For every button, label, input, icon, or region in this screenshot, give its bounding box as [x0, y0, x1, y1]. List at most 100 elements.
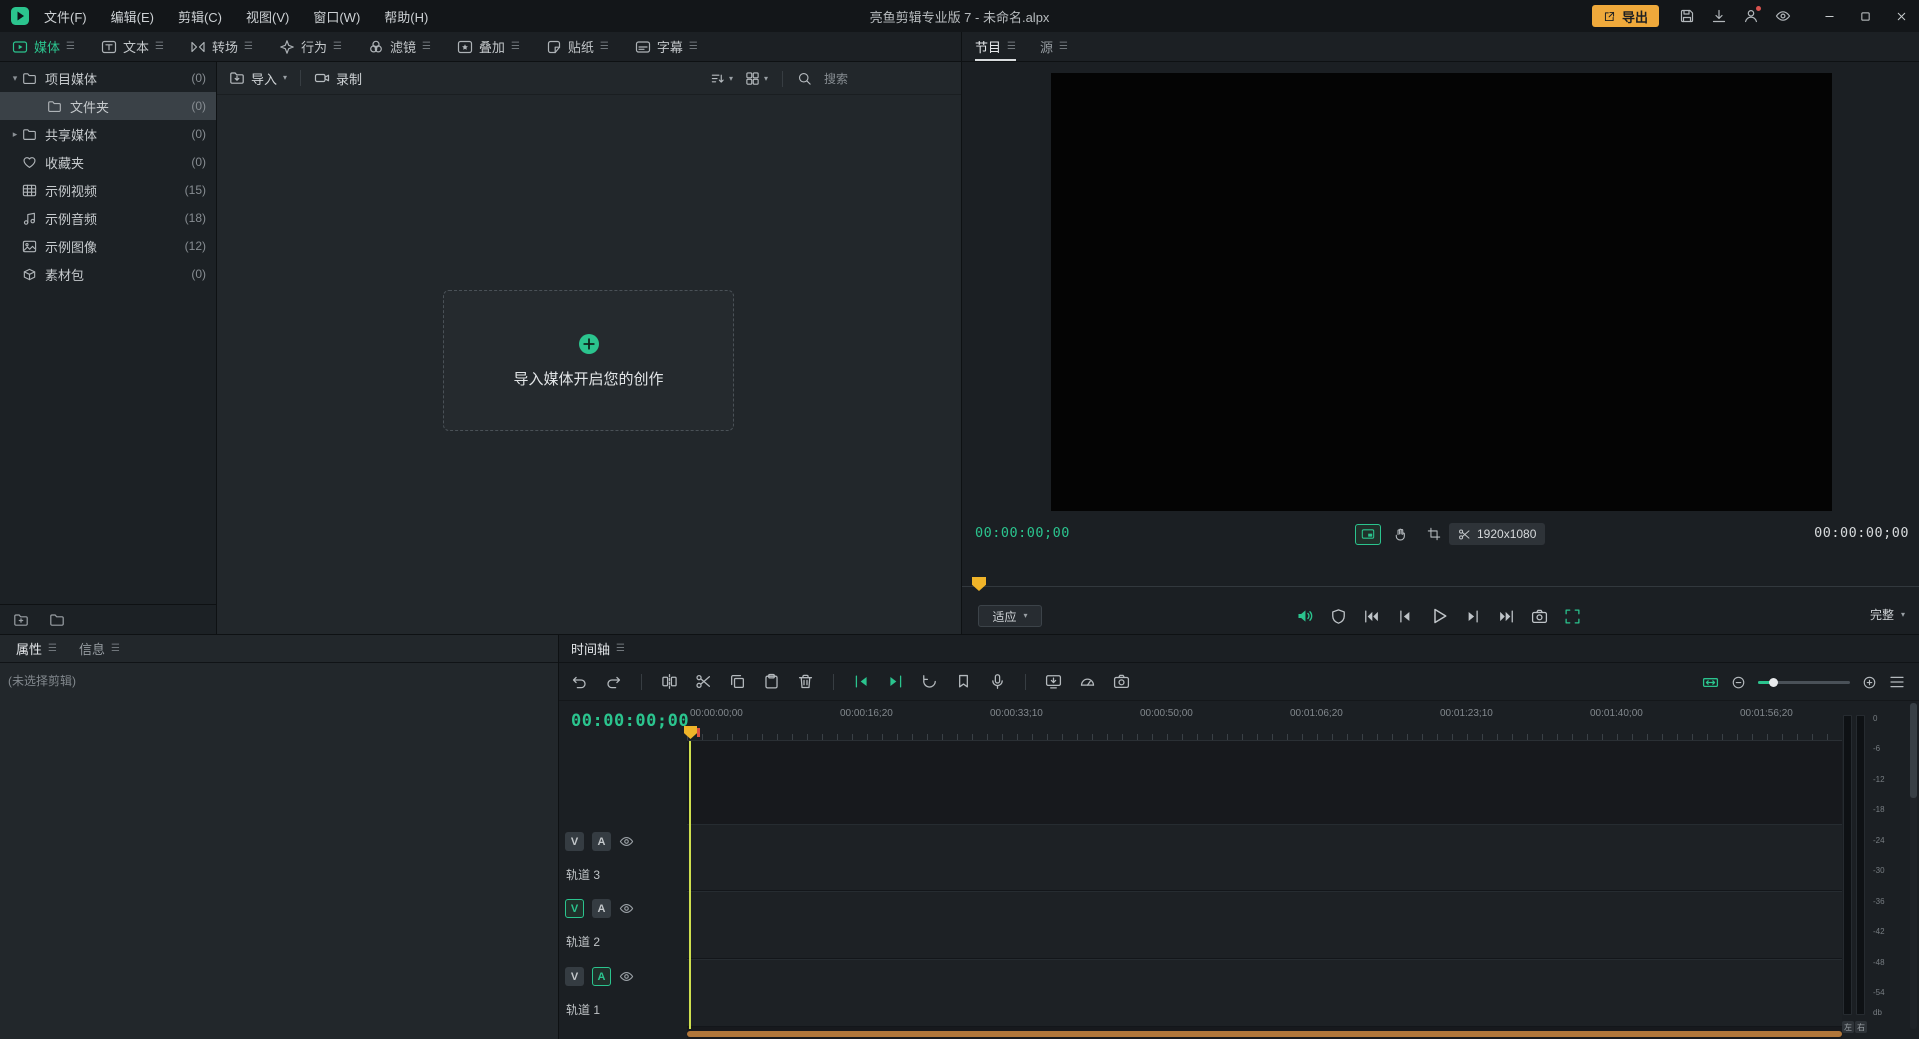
next-frame-button[interactable] — [1465, 608, 1482, 625]
skip-to-start-button[interactable] — [1363, 608, 1380, 625]
fullscreen-button[interactable] — [1564, 608, 1581, 625]
menu-help[interactable]: 帮助(H) — [384, 7, 428, 26]
sidebar-item-asset-packs[interactable]: 素材包 (0) — [0, 260, 216, 288]
zoom-slider[interactable] — [1758, 663, 1850, 701]
lock-icon[interactable] — [646, 901, 661, 916]
snapshot-button[interactable] — [1113, 673, 1130, 690]
tab-overlays[interactable]: 叠加 ☰ — [457, 32, 520, 61]
export-button[interactable]: 导出 — [1592, 5, 1659, 27]
tab-media[interactable]: 媒体 ☰ — [12, 32, 75, 61]
tab-program[interactable]: 节目 ☰ — [975, 32, 1016, 61]
folder-icon[interactable] — [49, 612, 65, 628]
pan-button[interactable] — [1388, 524, 1414, 545]
search-input[interactable] — [824, 72, 920, 86]
tab-menu-icon[interactable]: ☰ — [48, 644, 57, 654]
import-media-dropzone[interactable]: 导入媒体开启您的创作 — [443, 290, 734, 431]
new-folder-icon[interactable] — [13, 612, 29, 628]
sidebar-item-shared-media[interactable]: ▸ 共享媒体 (0) — [0, 120, 216, 148]
tab-stickers[interactable]: 贴纸 ☰ — [546, 32, 609, 61]
menu-file[interactable]: 文件(F) — [44, 7, 87, 26]
lock-icon[interactable] — [646, 969, 661, 984]
preview-scrubber[interactable] — [962, 572, 1919, 596]
video-viewport[interactable] — [1051, 73, 1832, 511]
tab-menu-icon[interactable]: ☰ — [511, 42, 520, 52]
tab-source[interactable]: 源 ☰ — [1040, 32, 1068, 61]
track-2-lane[interactable] — [687, 891, 1842, 959]
track-name[interactable]: 轨道 1 — [566, 1001, 600, 1018]
sidebar-item-favorites[interactable]: 收藏夹 (0) — [0, 148, 216, 176]
tab-menu-icon[interactable]: ☰ — [333, 42, 342, 52]
tab-properties[interactable]: 属性 ☰ — [16, 639, 57, 658]
tab-transitions[interactable]: 转场 ☰ — [190, 32, 253, 61]
save-icon[interactable] — [1679, 8, 1695, 24]
close-button[interactable] — [1883, 0, 1919, 32]
speed-button[interactable] — [1079, 673, 1096, 690]
next-edit-point-button[interactable] — [887, 673, 904, 690]
tab-filters[interactable]: 滤镜 ☰ — [368, 32, 431, 61]
resolution-badge[interactable]: 1920x1080 — [1449, 523, 1545, 545]
sidebar-item-sample-images[interactable]: 示例图像 (12) — [0, 232, 216, 260]
caret-right-icon[interactable]: ▸ — [8, 130, 22, 139]
eye-icon[interactable] — [619, 834, 634, 849]
track-video-toggle[interactable]: V — [565, 832, 584, 851]
track-3-lane[interactable] — [687, 824, 1842, 891]
snapshot-button[interactable] — [1531, 608, 1548, 625]
marker-button[interactable] — [955, 673, 972, 690]
crop-button[interactable] — [1421, 524, 1447, 545]
caret-down-icon[interactable]: ▾ — [8, 74, 22, 83]
zoom-out-button[interactable] — [1731, 675, 1746, 690]
tab-menu-icon[interactable]: ☰ — [616, 644, 625, 654]
playback-quality-select[interactable]: 完整 ▾ — [1870, 606, 1905, 623]
lock-icon[interactable] — [646, 834, 661, 849]
track-audio-toggle[interactable]: A — [592, 967, 611, 986]
sort-button[interactable]: ▾ — [710, 71, 733, 86]
tab-text[interactable]: 文本 ☰ — [101, 32, 164, 61]
previous-edit-point-button[interactable] — [853, 673, 870, 690]
eye-icon[interactable] — [1775, 8, 1791, 24]
track-video-toggle[interactable]: V — [565, 967, 584, 986]
tab-subtitles[interactable]: 字幕 ☰ — [635, 32, 698, 61]
tab-timeline[interactable]: 时间轴 ☰ — [571, 639, 625, 658]
download-icon[interactable] — [1711, 8, 1727, 24]
speaker-icon[interactable] — [1296, 607, 1314, 625]
timeline-vertical-scrollbar[interactable] — [1910, 703, 1917, 1029]
import-button[interactable]: 导入 ▾ — [229, 69, 287, 88]
track-name[interactable]: 轨道 2 — [566, 933, 600, 950]
track-video-toggle[interactable]: V — [565, 899, 584, 918]
voiceover-button[interactable] — [989, 673, 1006, 690]
account-icon[interactable] — [1743, 8, 1759, 24]
timeline-ruler[interactable]: 00:00:00;00 00:00:16;20 00:00:33;10 00:0… — [687, 701, 1842, 741]
tab-menu-icon[interactable]: ☰ — [1007, 42, 1016, 52]
sidebar-item-project-media[interactable]: ▾ 项目媒体 (0) — [0, 64, 216, 92]
zoom-mode-select[interactable]: 适应 ▾ — [978, 605, 1042, 627]
timeline-tracks-area[interactable] — [687, 741, 1842, 1039]
tab-menu-icon[interactable]: ☰ — [422, 42, 431, 52]
zoom-in-button[interactable] — [1862, 675, 1877, 690]
eye-icon[interactable] — [619, 901, 634, 916]
scrubber-handle[interactable] — [972, 577, 986, 591]
tab-menu-icon[interactable]: ☰ — [244, 42, 253, 52]
render-preview-button[interactable] — [921, 673, 938, 690]
copy-button[interactable] — [729, 673, 746, 690]
scrubber-track[interactable] — [962, 586, 1919, 587]
tab-behaviors[interactable]: 行为 ☰ — [279, 32, 342, 61]
sidebar-item-sample-audio[interactable]: 示例音频 (18) — [0, 204, 216, 232]
scrollbar-thumb[interactable] — [1910, 703, 1917, 798]
tab-menu-icon[interactable]: ☰ — [689, 42, 698, 52]
eye-icon[interactable] — [619, 969, 634, 984]
menu-window[interactable]: 窗口(W) — [313, 7, 360, 26]
minimize-button[interactable] — [1811, 0, 1847, 32]
playhead-line[interactable] — [689, 741, 691, 1029]
cut-button[interactable] — [695, 673, 712, 690]
track-audio-toggle[interactable]: A — [592, 832, 611, 851]
redo-button[interactable] — [605, 673, 622, 690]
track-name[interactable]: 轨道 3 — [566, 866, 600, 883]
maximize-button[interactable] — [1847, 0, 1883, 32]
view-mode-button[interactable]: ▾ — [745, 71, 768, 86]
tab-menu-icon[interactable]: ☰ — [1059, 42, 1068, 52]
track-audio-toggle[interactable]: A — [592, 899, 611, 918]
sidebar-item-folder[interactable]: 文件夹 (0) — [0, 92, 216, 120]
tab-menu-icon[interactable]: ☰ — [155, 42, 164, 52]
sidebar-item-sample-videos[interactable]: 示例视频 (15) — [0, 176, 216, 204]
zoom-slider-handle[interactable] — [1769, 678, 1778, 687]
